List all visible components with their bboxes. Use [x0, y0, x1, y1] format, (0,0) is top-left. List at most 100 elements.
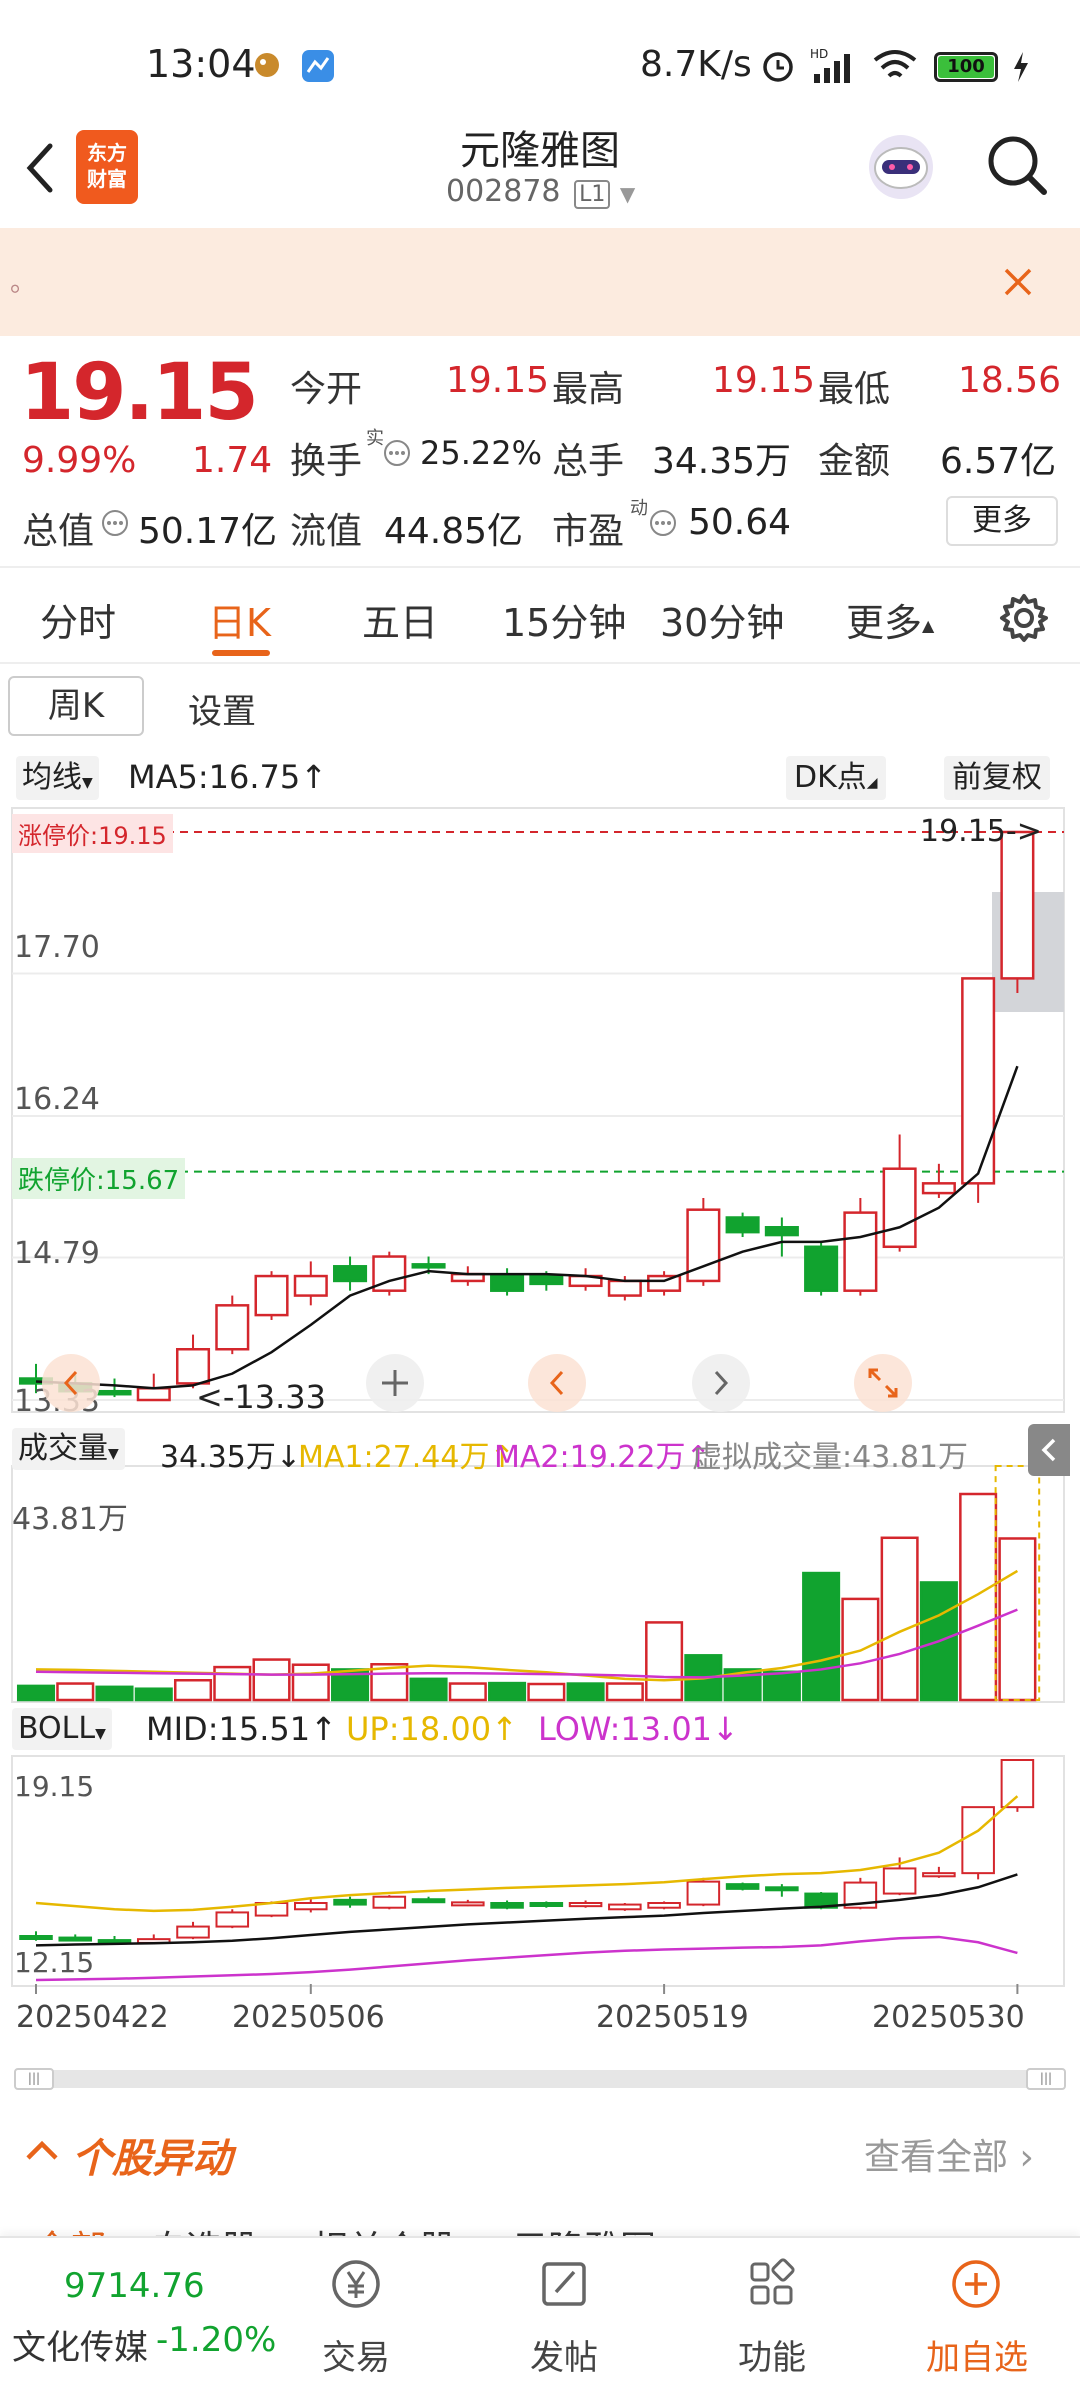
- status-time: 13:04: [146, 42, 256, 86]
- add-watch-label[interactable]: 加自选: [926, 2330, 1028, 2379]
- battery-icon: 100: [934, 52, 998, 82]
- stock-code[interactable]: 002878 L1 ▼: [446, 174, 635, 209]
- chart-scrollbar[interactable]: ||| |||: [14, 2068, 1066, 2090]
- turnover-label: 换手: [290, 441, 363, 482]
- tab-15min[interactable]: 15分钟: [502, 592, 626, 647]
- fullscreen-button[interactable]: [854, 1354, 912, 1412]
- collapse-panel-button[interactable]: [1028, 1424, 1070, 1476]
- candle-body: [961, 977, 996, 1185]
- ma1-readout: MA1:27.44万↑: [298, 1432, 515, 1476]
- price-axis-label: 16.24: [14, 1082, 100, 1117]
- ma5-text: MA5:16.75: [128, 758, 301, 796]
- functions-label[interactable]: 功能: [738, 2330, 806, 2379]
- edit-post-icon[interactable]: [534, 2254, 594, 2314]
- candle-body: [293, 1274, 328, 1297]
- boll-select[interactable]: BOLL▼: [12, 1708, 112, 1750]
- scroll-handle-right[interactable]: |||: [1026, 2068, 1066, 2090]
- volume-select[interactable]: 成交量▼: [12, 1428, 125, 1470]
- corner-triangle-icon: ◢: [866, 775, 878, 791]
- chart-settings-button[interactable]: 设置: [188, 684, 256, 733]
- tab-more[interactable]: 更多▲: [846, 592, 934, 647]
- mcap-label: 总值: [22, 511, 95, 552]
- volume-bar: [16, 1684, 56, 1702]
- boll-axis-bottom: 12.15: [14, 1946, 95, 1979]
- date-label: 20250519: [596, 2000, 749, 2035]
- volume-bar: [802, 1571, 841, 1702]
- candle-body: [254, 1274, 289, 1317]
- dropdown-icon: ▼: [108, 1446, 119, 1462]
- dropdown-icon: ▼: [82, 775, 93, 791]
- virtual-volume: 虚拟成交量:43.81万: [692, 1440, 968, 1475]
- limit-up-label: 涨停价:19.15: [12, 814, 173, 853]
- boll-candle-body: [19, 1935, 53, 1940]
- boll-candle-body: [294, 1902, 328, 1911]
- plus-icon: [382, 1370, 408, 1396]
- tab-more-label: 更多: [846, 601, 923, 645]
- boll-candle-body: [725, 1883, 760, 1890]
- pe-label: 市盈: [552, 511, 625, 552]
- chevron-right-icon: [714, 1370, 729, 1396]
- pe-sup: 动: [630, 498, 648, 519]
- candle-body: [725, 1216, 760, 1234]
- tab-fenshi[interactable]: 分时: [40, 592, 116, 647]
- yen-trade-icon[interactable]: [326, 2254, 386, 2314]
- view-all-link[interactable]: 查看全部 ›: [864, 2128, 1034, 2180]
- ma-select[interactable]: 均线▼: [16, 756, 99, 800]
- search-icon[interactable]: [982, 130, 1052, 200]
- boll-candle-body: [568, 1902, 603, 1908]
- index-name[interactable]: 文化传媒: [12, 2320, 148, 2369]
- robot-assistant-icon[interactable]: [864, 130, 938, 204]
- boll-candle-body: [608, 1903, 642, 1911]
- scroll-handle-left[interactable]: |||: [14, 2068, 54, 2090]
- ma1-value: MA1:27.44万: [298, 1440, 490, 1475]
- chart-next-button[interactable]: [692, 1354, 750, 1412]
- gear-icon[interactable]: [998, 592, 1050, 644]
- volume-bar: [56, 1682, 95, 1702]
- high-label: 最高: [552, 369, 625, 410]
- boll-candle-body: [686, 1880, 721, 1906]
- info-dots-icon[interactable]: [100, 508, 130, 538]
- volume-axis-max: 43.81万: [12, 1502, 128, 1537]
- volume-label: 总手: [552, 441, 625, 482]
- chart-scroll-left-button[interactable]: [42, 1354, 100, 1412]
- ma2-readout: MA2:19.22万↑: [494, 1432, 711, 1476]
- chart-prev-button[interactable]: [528, 1354, 586, 1412]
- tab-30min[interactable]: 30分钟: [660, 592, 784, 647]
- battery-level: 100: [938, 56, 994, 78]
- trade-label[interactable]: 交易: [322, 2330, 390, 2379]
- grid-functions-icon[interactable]: [742, 2254, 802, 2314]
- notification-app2-icon: [300, 48, 336, 84]
- zoom-in-button[interactable]: [366, 1354, 424, 1412]
- bottom-bar: 9714.76 文化传媒 -1.20% 交易 发帖 功能 加自选: [0, 2236, 1080, 2400]
- max-price-marker: 19.15->: [920, 814, 1042, 849]
- change-value: 1.74: [192, 440, 273, 481]
- volume-bar: [959, 1492, 998, 1702]
- ma5-value: MA5:16.75↑: [128, 758, 327, 796]
- index-value[interactable]: 9714.76: [64, 2266, 205, 2306]
- info-dots-icon[interactable]: [382, 438, 412, 468]
- notification-app-icon: [250, 48, 284, 82]
- expand-icon: [868, 1368, 898, 1398]
- tab-5day[interactable]: 五日: [362, 592, 438, 647]
- volume-bar: [488, 1681, 527, 1702]
- boll-low-value: LOW:13.01: [538, 1710, 713, 1748]
- more-button[interactable]: 更多: [946, 496, 1058, 546]
- index-change: -1.20%: [156, 2320, 277, 2360]
- close-icon[interactable]: [1000, 264, 1036, 300]
- add-watch-icon[interactable]: [946, 2254, 1006, 2314]
- weekly-k-button[interactable]: 周K: [8, 676, 144, 736]
- notice-banner[interactable]: 。: [0, 228, 1080, 336]
- chevron-left-icon: [549, 1370, 564, 1396]
- candle-body: [1000, 830, 1035, 980]
- dk-point-button[interactable]: DK点◢: [786, 756, 886, 800]
- post-label[interactable]: 发帖: [530, 2330, 598, 2379]
- section-title: 个股异动: [72, 2136, 232, 2182]
- adjust-button[interactable]: 前复权: [944, 756, 1050, 800]
- tab-daily-k[interactable]: 日K: [208, 592, 271, 647]
- info-dots-icon[interactable]: [648, 508, 678, 538]
- volume-readout: 34.35万↓: [160, 1432, 301, 1476]
- boll-axis-top: 19.15: [14, 1770, 95, 1803]
- candle-body: [764, 1226, 799, 1237]
- stock-code-text: 002878: [446, 174, 561, 209]
- boll-low-arrow: ↓: [712, 1710, 739, 1748]
